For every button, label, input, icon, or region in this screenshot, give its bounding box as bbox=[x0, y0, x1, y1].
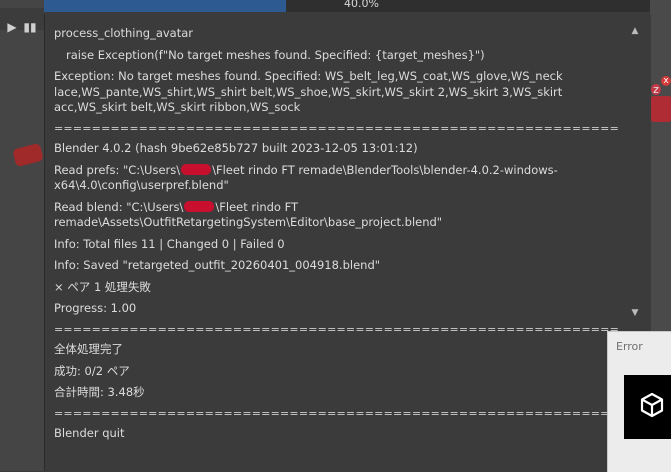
left-editor-area bbox=[0, 0, 44, 471]
stats-icon[interactable]: ▮▮ bbox=[22, 19, 38, 35]
separator: ========================================… bbox=[54, 121, 620, 135]
progress-bar: 40.0% bbox=[44, 0, 650, 12]
log-line-prefix: Read blend: "C:\Users\ bbox=[54, 199, 184, 214]
log-line: Exception: No target meshes found. Speci… bbox=[54, 69, 567, 114]
separator: ========================================… bbox=[54, 322, 620, 336]
scene-object-right bbox=[650, 96, 671, 122]
redaction-mark bbox=[181, 163, 212, 175]
log-line: Progress: 1.00 bbox=[54, 301, 137, 315]
log-line: Blender quit bbox=[54, 426, 125, 440]
log-line: 全体処理完了 bbox=[54, 342, 123, 356]
error-dialog[interactable]: Error bbox=[607, 331, 671, 472]
log-text: process_clothing_avatar raise Exception(… bbox=[54, 26, 629, 442]
log-line: Info: Saved "retargeted_outfit_20260401_… bbox=[54, 258, 381, 272]
log-line: × ペア 1 処理失敗 bbox=[54, 279, 151, 294]
error-title: Error bbox=[616, 340, 643, 353]
log-line: 成功: 0/2 ペア bbox=[54, 363, 130, 378]
log-line: Info: Total files 11 | Changed 0 | Faile… bbox=[54, 236, 285, 251]
unity-logo-icon bbox=[624, 375, 671, 439]
scroll-up-icon[interactable]: ▲ bbox=[630, 26, 640, 36]
gizmo-x-icon[interactable]: x bbox=[661, 76, 671, 86]
scroll-down-icon[interactable]: ▼ bbox=[630, 308, 640, 318]
log-line: Blender 4.0.2 (hash 9be62e85b727 built 2… bbox=[54, 141, 418, 155]
separator: ========================================… bbox=[54, 406, 620, 420]
log-line: raise Exception(f"No target meshes found… bbox=[66, 47, 485, 62]
progress-label: 40.0% bbox=[344, 0, 379, 10]
log-line-prefix: Read prefs: "C:\Users\ bbox=[54, 162, 181, 177]
log-line: 合計時間: 3.48秒 bbox=[54, 385, 145, 399]
gizmo-z-icon[interactable]: z bbox=[651, 84, 661, 95]
log-line-read-blend: Read blend: "C:\Users\ \Fleet rindo FT re… bbox=[54, 200, 629, 231]
play-icon[interactable]: ▶ bbox=[4, 19, 20, 35]
progress-fill bbox=[44, 0, 287, 12]
log-line-read-prefs: Read prefs: "C:\Users\ \Fleet rindo FT re… bbox=[54, 163, 629, 194]
redaction-mark bbox=[184, 200, 215, 212]
log-line: process_clothing_avatar bbox=[54, 26, 194, 40]
left-toolbar: ▶ ▮▮ bbox=[0, 8, 44, 34]
console-log-panel[interactable]: ▲ ▼ process_clothing_avatar raise Except… bbox=[44, 14, 651, 471]
